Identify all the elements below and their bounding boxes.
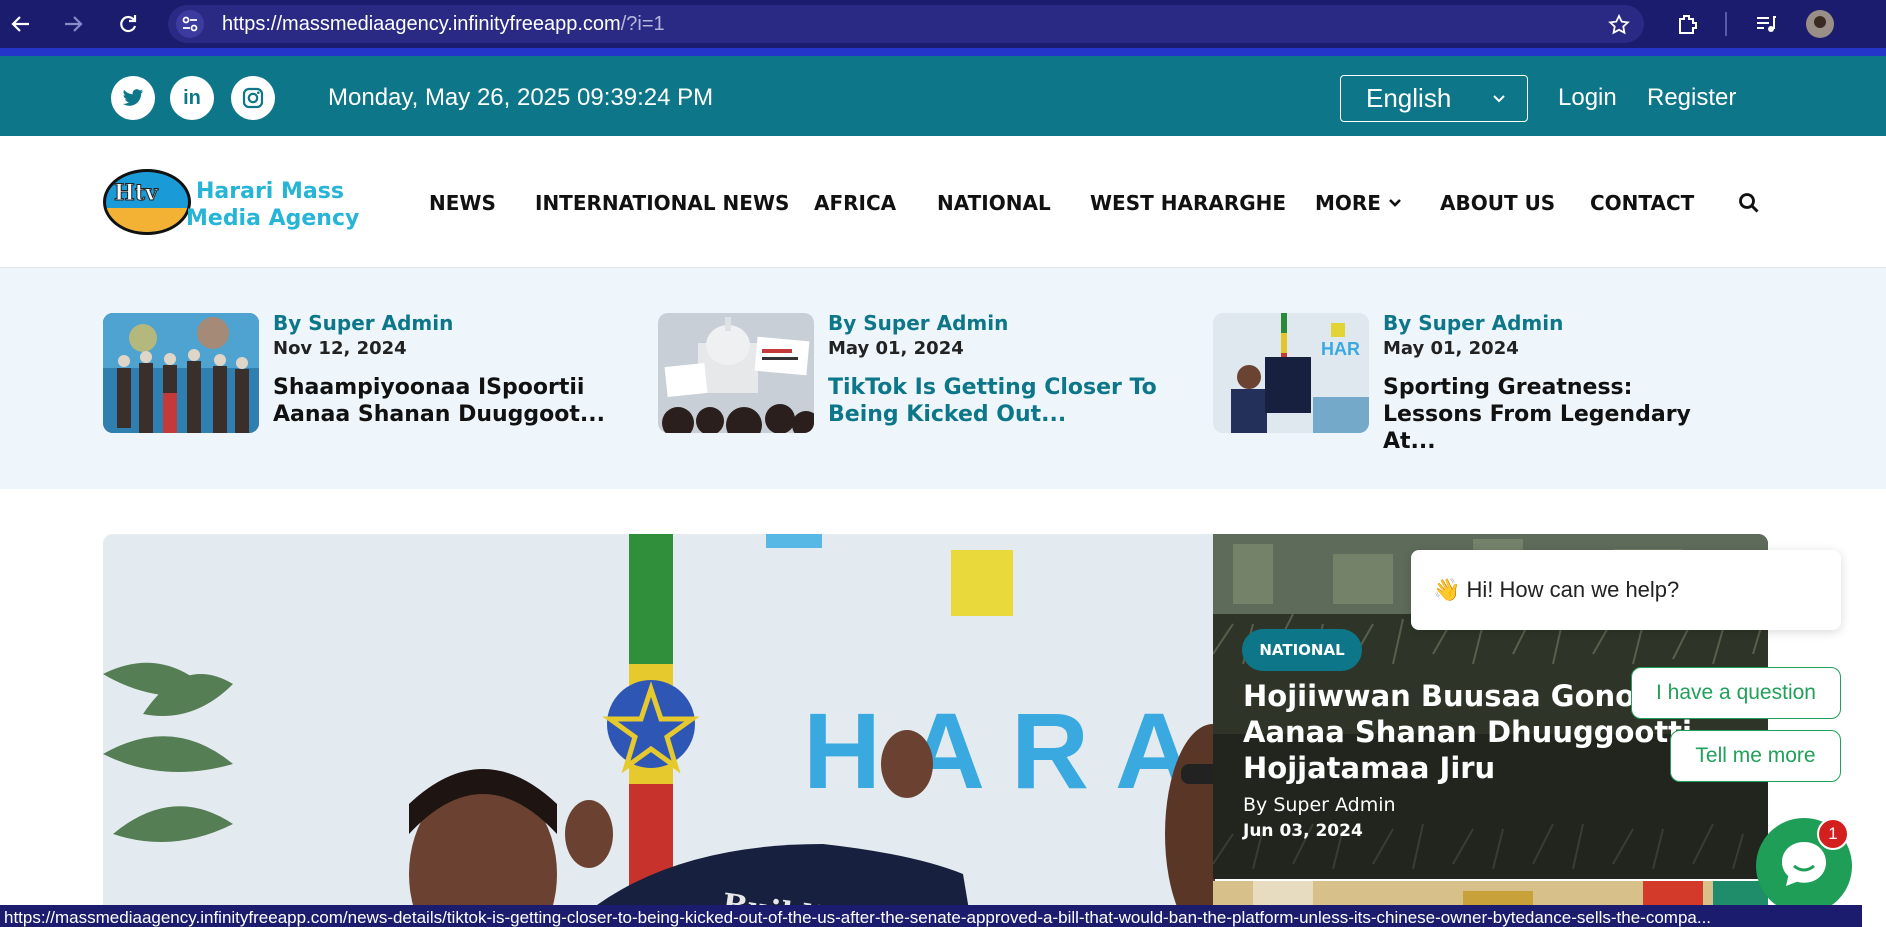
current-datetime: Monday, May 26, 2025 09:39:24 PM <box>328 84 714 111</box>
nav-international-news[interactable]: INTERNATIONAL NEWS <box>535 191 789 215</box>
chat-unread-badge: 1 <box>1817 818 1849 850</box>
profile-avatar[interactable] <box>1806 10 1834 38</box>
url-host: https://massmediaagency.infinityfreeapp.… <box>222 12 621 35</box>
side-story-author: By Super Admin <box>1243 794 1396 816</box>
address-bar[interactable]: https://massmediaagency.infinityfreeapp.… <box>168 5 1644 43</box>
nav-news[interactable]: NEWS <box>429 191 496 215</box>
category-badge[interactable]: NATIONAL <box>1242 629 1362 671</box>
linkedin-glyph: in <box>183 86 201 109</box>
url-text[interactable]: https://massmediaagency.infinityfreeapp.… <box>222 13 665 36</box>
extensions-icon[interactable] <box>1676 12 1700 40</box>
linkedin-icon[interactable]: in <box>170 76 214 120</box>
logo-ground <box>106 208 188 232</box>
site-logo-mark[interactable]: Htv <box>103 169 191 235</box>
bookmark-star-icon[interactable] <box>1608 13 1630 40</box>
site-logo-text[interactable]: Harari Mass Media Agency <box>186 178 359 232</box>
nav-more[interactable]: MORE <box>1315 191 1402 215</box>
featured-author: By Super Admin <box>273 311 454 335</box>
site-info-icon[interactable] <box>176 10 204 38</box>
url-path: /?i=1 <box>620 12 665 35</box>
toolbar-divider <box>1725 12 1727 36</box>
chat-greeting-text: 👋 Hi! How can we help? <box>1433 577 1680 602</box>
language-selected-value: English <box>1366 83 1452 113</box>
language-select[interactable]: English <box>1340 75 1528 122</box>
featured-author: By Super Admin <box>828 311 1009 335</box>
nav-national[interactable]: NATIONAL <box>937 191 1051 215</box>
featured-thumbnail[interactable] <box>658 313 814 433</box>
media-control-icon[interactable] <box>1754 12 1778 40</box>
hero-main-story-image[interactable]: HARA Building <box>103 534 1215 927</box>
nav-more-label: MORE <box>1315 191 1381 215</box>
featured-date: Nov 12, 2024 <box>273 338 407 359</box>
browser-toolbar: https://massmediaagency.infinityfreeapp.… <box>0 0 1886 48</box>
featured-title[interactable]: Shaampiyoonaa ISpoortii Aanaa Shanan Duu… <box>273 374 623 428</box>
back-icon[interactable] <box>9 12 33 36</box>
chat-option-question[interactable]: I have a question <box>1631 667 1841 719</box>
browser-status-url: https://massmediaagency.infinityfreeapp.… <box>0 905 1862 927</box>
nav-contact[interactable]: CONTACT <box>1590 191 1694 215</box>
browser-accent-line <box>0 48 1886 56</box>
side-story-date: Jun 03, 2024 <box>1243 821 1363 841</box>
reload-icon[interactable] <box>116 12 140 36</box>
featured-date: May 01, 2024 <box>1383 338 1519 359</box>
chevron-down-icon <box>1388 191 1402 215</box>
logo-line-1: Harari Mass <box>196 179 344 204</box>
featured-thumbnail[interactable]: HAR <box>1213 313 1369 433</box>
featured-title[interactable]: Sporting Greatness: Lessons From Legenda… <box>1383 374 1733 455</box>
featured-strip: By Super Admin Nov 12, 2024 Shaampiyoona… <box>0 268 1886 489</box>
svg-text:HAR: HAR <box>1321 339 1360 359</box>
featured-date: May 01, 2024 <box>828 338 964 359</box>
featured-author: By Super Admin <box>1383 311 1564 335</box>
register-link[interactable]: Register <box>1647 84 1736 112</box>
nav-africa[interactable]: AFRICA <box>814 191 896 215</box>
twitter-icon[interactable] <box>111 76 155 120</box>
hero-sign-text: HARA <box>803 690 1215 811</box>
featured-title[interactable]: TikTok Is Getting Closer To Being Kicked… <box>828 374 1178 428</box>
logo-mark-text: Htv <box>114 180 159 207</box>
chat-greeting-bubble: 👋 Hi! How can we help? <box>1411 550 1841 630</box>
nav-west-hararghe[interactable]: WEST HARARGHE <box>1090 191 1286 215</box>
instagram-icon[interactable] <box>231 76 275 120</box>
logo-line-2: Media Agency <box>186 206 360 231</box>
site-topbar: in Monday, May 26, 2025 09:39:24 PM Engl… <box>0 56 1886 136</box>
chevron-down-icon <box>1491 86 1507 117</box>
login-link[interactable]: Login <box>1558 84 1617 112</box>
search-icon[interactable] <box>1738 192 1760 218</box>
site-header: Htv Harari Mass Media Agency NEWS INTERN… <box>0 136 1886 268</box>
featured-thumbnail[interactable] <box>103 313 259 433</box>
forward-icon[interactable] <box>61 12 85 36</box>
nav-about-us[interactable]: ABOUT US <box>1440 191 1555 215</box>
chat-option-tell-more[interactable]: Tell me more <box>1670 730 1841 782</box>
